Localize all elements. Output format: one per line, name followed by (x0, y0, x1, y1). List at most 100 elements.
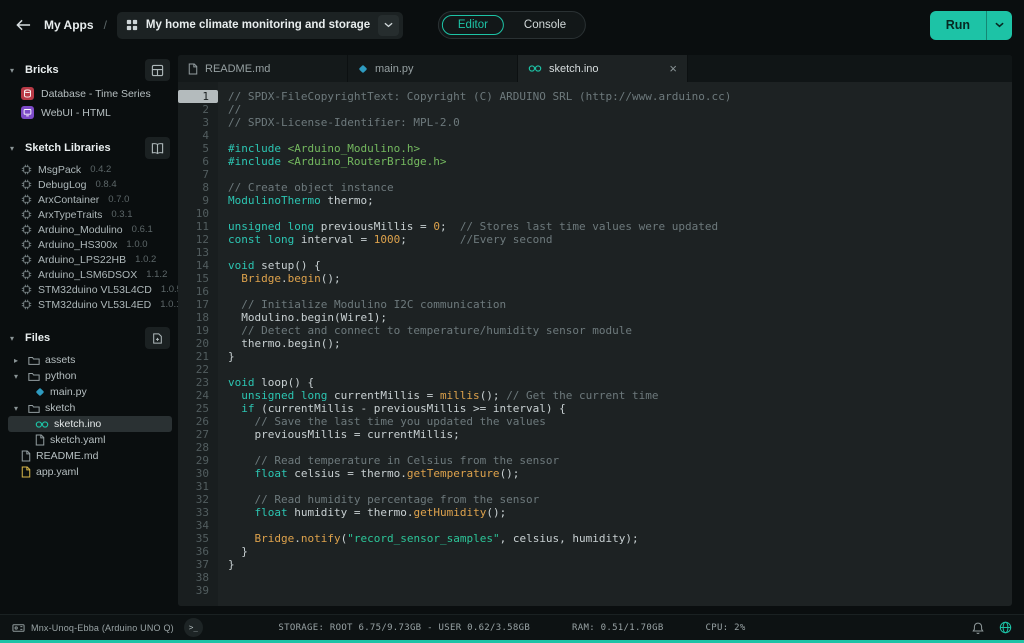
tab-label: main.py (375, 63, 414, 75)
tab-console[interactable]: Console (508, 15, 582, 35)
topbar-actions: Run (930, 11, 1012, 40)
code-content[interactable]: // SPDX-FileCopyrightText: Copyright (C)… (218, 82, 1012, 606)
line-number: 15 (178, 272, 218, 285)
library-version: 0.3.1 (111, 209, 132, 220)
bricks-section-title: Bricks (25, 64, 59, 76)
database-icon (21, 87, 34, 100)
device-info[interactable]: Mnx-Unoq-Ebba (Arduino UNO Q) (12, 623, 174, 633)
chevron-down-icon: ▾ (10, 334, 19, 343)
code-line: float humidity = thermo.getHumidity(); (228, 506, 1012, 519)
file-tree-item[interactable]: sketch.ino (8, 416, 172, 432)
file-tree-item[interactable]: ▾ python (8, 368, 172, 384)
code-line: void setup() { (228, 259, 1012, 272)
line-number: 3 (178, 116, 218, 129)
line-number: 26 (178, 415, 218, 428)
line-number: 5 (178, 142, 218, 155)
app-title: My home climate monitoring and storage (146, 19, 370, 31)
code-line (228, 571, 1012, 584)
device-name: Mnx-Unoq-Ebba (Arduino UNO Q) (31, 623, 174, 633)
back-button[interactable] (12, 14, 34, 36)
code-line: // Initialize Modulino I2C communication (228, 298, 1012, 311)
app-menu-button[interactable] (378, 15, 399, 36)
chip-icon (21, 284, 32, 295)
code-line: float celsius = thermo.getTemperature(); (228, 467, 1012, 480)
line-number: 36 (178, 545, 218, 558)
line-number: 28 (178, 441, 218, 454)
library-item[interactable]: Arduino_LSM6DSOX 1.1.2 (8, 267, 172, 282)
library-item[interactable]: Arduino_Modulino0.6.1 (8, 222, 172, 237)
chevron-down-icon: ▾ (14, 372, 23, 381)
file-tree-item[interactable]: sketch.yaml (8, 432, 172, 448)
chip-icon (21, 269, 32, 280)
globe-icon[interactable] (999, 621, 1012, 634)
run-options-button[interactable] (987, 11, 1012, 40)
chip-icon (21, 254, 32, 265)
line-number: 8 (178, 181, 218, 194)
library-version: 1.1.2 (146, 269, 167, 280)
file-plus-icon (152, 332, 163, 345)
file-yellow-icon (21, 466, 31, 478)
tab-editor[interactable]: Editor (442, 15, 504, 35)
top-bar: My Apps / My home climate monitoring and… (0, 0, 1024, 50)
library-name: Arduino_LSM6DSOX (38, 269, 137, 281)
tab-main-py[interactable]: main.py (348, 55, 518, 82)
tab-readme-md[interactable]: README.md (178, 55, 348, 82)
brick-item[interactable]: WebUI - HTML (8, 103, 172, 122)
code-line (228, 584, 1012, 597)
line-number: 2 (178, 103, 218, 116)
bricks-panel-button[interactable] (145, 59, 170, 81)
file-tree-item[interactable]: ▸assets (8, 352, 172, 368)
code-line (228, 207, 1012, 220)
library-item[interactable]: STM32duino VL53L4ED1.0.1 (8, 297, 172, 312)
code-editor[interactable]: 1234567891011121314151617181920212223242… (178, 82, 1012, 606)
chip-icon (21, 299, 32, 310)
line-number: 30 (178, 467, 218, 480)
code-line: } (228, 558, 1012, 571)
folder-icon (28, 371, 40, 382)
editor-panel: README.mdmain.pysketch.ino× 123456789101… (178, 55, 1012, 606)
system-stats: STORAGE: ROOT 6.75/9.73GB - USER 0.62/3.… (278, 623, 745, 633)
device-terminal-button[interactable]: >_ (184, 618, 203, 637)
libraries-section-title: Sketch Libraries (25, 142, 111, 154)
code-line: const long interval = 1000; //Every seco… (228, 233, 1012, 246)
file-label: sketch.yaml (50, 434, 105, 446)
tab-sketch-ino[interactable]: sketch.ino× (518, 55, 688, 82)
python-icon (358, 64, 368, 74)
book-icon (151, 142, 164, 155)
library-item[interactable]: Arduino_LPS22HB1.0.2 (8, 252, 172, 267)
file-tree-item[interactable]: app.yaml (8, 464, 172, 480)
library-name: ArxTypeTraits (38, 209, 102, 221)
code-line (228, 441, 1012, 454)
library-item[interactable]: ArxTypeTraits 0.3.1 (8, 207, 172, 222)
library-item[interactable]: Arduino_HS300x1.0.0 (8, 237, 172, 252)
app-title-chip[interactable]: My home climate monitoring and storage (117, 12, 403, 39)
chevron-down-icon (384, 22, 393, 28)
file-tree-item[interactable]: README.md (8, 448, 172, 464)
library-item[interactable]: DebugLog0.8.4 (8, 177, 172, 192)
chip-icon (21, 194, 32, 205)
run-button[interactable]: Run (930, 11, 986, 40)
brick-label: Database - Time Series (41, 88, 151, 100)
brick-item[interactable]: Database - Time Series (8, 84, 172, 103)
library-manager-button[interactable] (145, 137, 170, 159)
bricks-section: ▾ Bricks Database - Time SeriesWebUI - H… (8, 56, 172, 122)
library-item[interactable]: MsgPack0.4.2 (8, 162, 172, 177)
code-line: #include <Arduino_RouterBridge.h> (228, 155, 1012, 168)
code-line: // (228, 103, 1012, 116)
code-line: Modulino.begin(Wire1); (228, 311, 1012, 324)
file-icon (35, 434, 45, 446)
file-tree-item[interactable]: ▾sketch (8, 400, 172, 416)
library-item[interactable]: STM32duino VL53L4CD1.0.5 (8, 282, 172, 297)
line-number: 20 (178, 337, 218, 350)
my-apps-link[interactable]: My Apps (44, 18, 94, 32)
file-label: python (45, 370, 77, 382)
code-line: unsigned long previousMillis = 0; // Sto… (228, 220, 1012, 233)
library-item[interactable]: ArxContainer0.7.0 (8, 192, 172, 207)
bell-icon[interactable] (972, 621, 984, 635)
file-tree-item[interactable]: main.py (8, 384, 172, 400)
library-version: 1.0.5 (161, 284, 178, 295)
ram-stat: RAM: 0.51/1.70GB (572, 623, 664, 633)
close-icon[interactable]: × (669, 62, 677, 75)
arduino-icon (528, 64, 542, 73)
new-file-button[interactable] (145, 327, 170, 349)
